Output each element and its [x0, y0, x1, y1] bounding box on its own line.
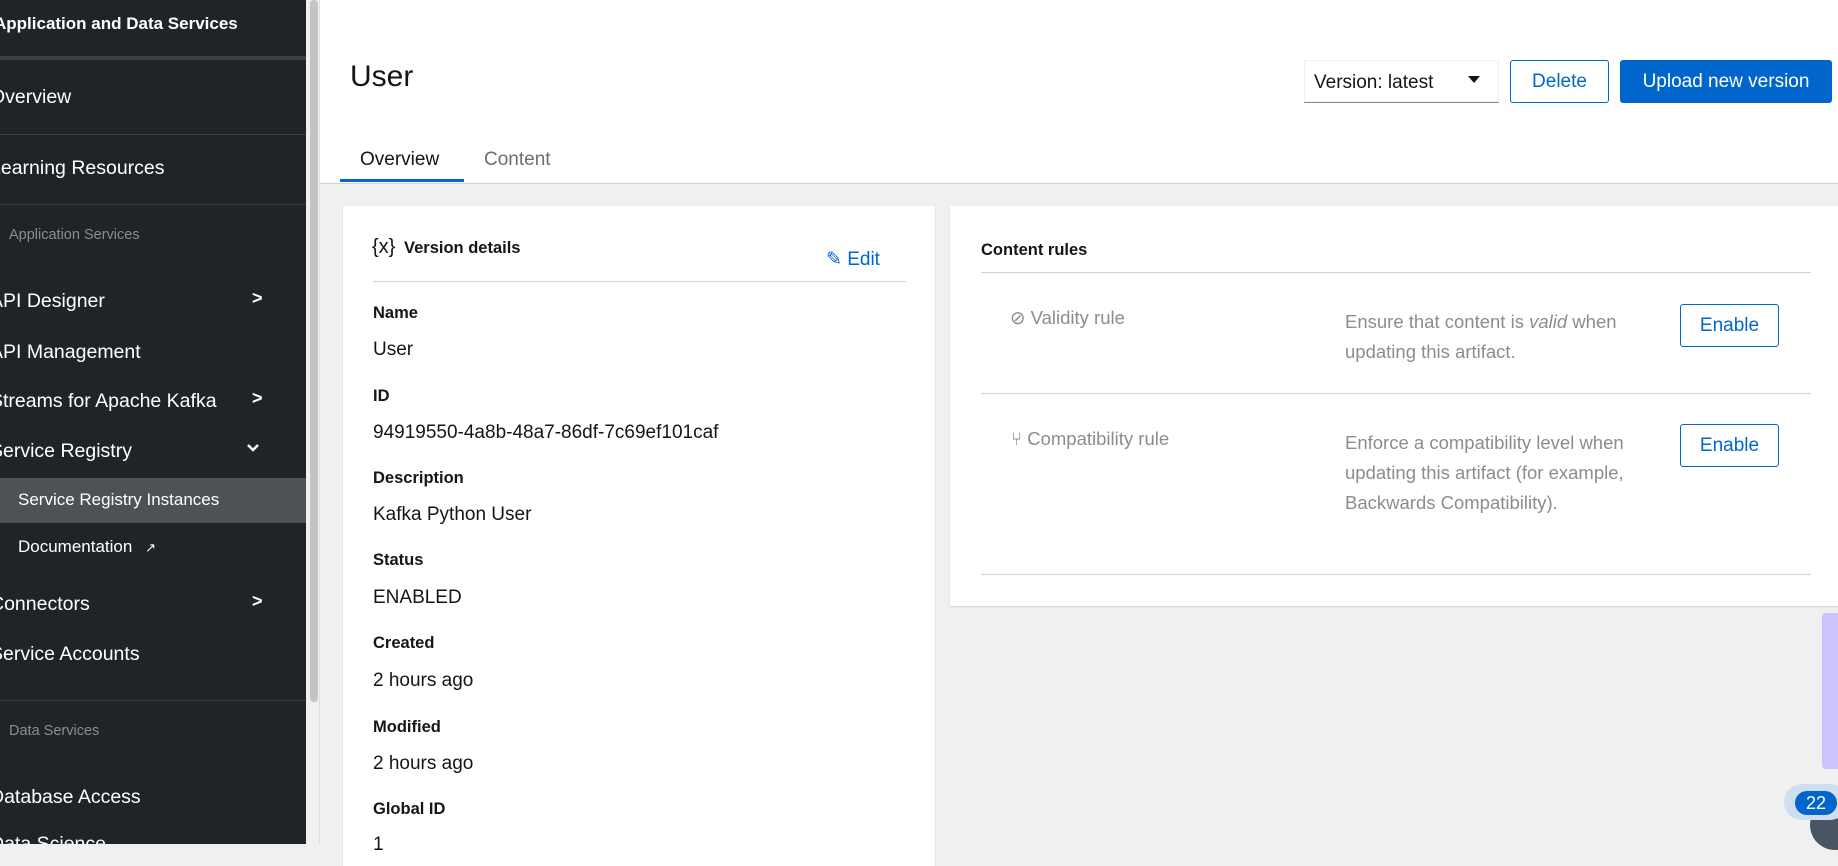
- compatibility-rule: ⑂ Compatibility rule: [1011, 428, 1169, 450]
- nav-documentation[interactable]: Documentation ↗: [18, 537, 156, 557]
- field-value: ENABLED: [373, 587, 462, 608]
- check-circle-icon: ⊘: [1010, 307, 1026, 328]
- divider: [373, 281, 906, 282]
- field-label: Global ID: [373, 800, 446, 818]
- field-label: Modified: [373, 718, 441, 736]
- rule-label: Validity rule: [1030, 307, 1125, 328]
- enable-validity-button[interactable]: Enable: [1680, 304, 1779, 347]
- desc-emphasis: valid: [1529, 311, 1568, 332]
- page-title: User: [350, 60, 414, 93]
- enable-compatibility-button[interactable]: Enable: [1680, 424, 1779, 467]
- card-title: Content rules: [981, 241, 1088, 259]
- nav-streams-kafka[interactable]: Streams for Apache Kafka: [0, 390, 217, 413]
- divider: [0, 56, 306, 60]
- section-data-services: Data Services: [9, 723, 100, 739]
- sidebar: Application and Data Services Overview L…: [0, 0, 306, 844]
- code-branch-icon: ⑂: [1011, 428, 1023, 449]
- upload-new-version-button[interactable]: Upload new version: [1620, 60, 1832, 103]
- rule-label: Compatibility rule: [1027, 428, 1170, 449]
- nav-data-science[interactable]: Data Science: [0, 833, 106, 844]
- feedback-tab[interactable]: [1822, 613, 1838, 769]
- nav-service-registry[interactable]: Service Registry: [0, 440, 132, 463]
- desc-text: Ensure that content is: [1345, 311, 1530, 332]
- tab-content[interactable]: Content: [484, 149, 551, 171]
- delete-button[interactable]: Delete: [1510, 60, 1609, 103]
- divider: [0, 134, 306, 135]
- content-rules-card: Content rules ⊘ Validity rule Ensure tha…: [950, 206, 1838, 606]
- field-value: User: [373, 339, 414, 360]
- field-label: Description: [373, 469, 464, 487]
- nav-api-designer[interactable]: API Designer: [0, 290, 105, 313]
- nav-learning-resources[interactable]: Learning Resources: [0, 157, 165, 180]
- nav-label: Service Registry Instances: [18, 490, 220, 509]
- divider: [981, 393, 1811, 394]
- active-tab-indicator: [340, 179, 464, 182]
- external-link-icon: ↗: [145, 540, 156, 555]
- field-label: Name: [373, 304, 418, 322]
- nav-connectors[interactable]: Connectors: [0, 593, 90, 616]
- nav-service-registry-instances[interactable]: Service Registry Instances: [0, 478, 306, 523]
- nav-label: Documentation: [18, 537, 133, 556]
- divider: [0, 204, 306, 205]
- edit-button[interactable]: ✎ Edit: [826, 248, 880, 271]
- validity-description: Ensure that content is valid when updati…: [1345, 307, 1645, 367]
- compatibility-description: Enforce a compatibility level when updat…: [1345, 432, 1624, 513]
- field-value: 1: [373, 834, 384, 855]
- validity-rule: ⊘ Validity rule: [1010, 307, 1125, 329]
- version-select-value: Version: latest: [1314, 72, 1434, 93]
- chevron-right-icon[interactable]: >: [252, 591, 263, 612]
- divider: [981, 272, 1811, 273]
- tab-overview[interactable]: Overview: [360, 149, 439, 171]
- edit-label: Edit: [847, 249, 880, 270]
- nav-overview[interactable]: Overview: [0, 86, 71, 109]
- field-label: Status: [373, 551, 424, 569]
- field-value: 94919550-4a8b-48a7-86df-7c69ef101caf: [373, 422, 719, 443]
- divider: [0, 700, 306, 701]
- divider: [981, 574, 1811, 575]
- card-title: Version details: [404, 239, 521, 257]
- sidebar-scrollbar-thumb[interactable]: [310, 0, 318, 702]
- chevron-right-icon[interactable]: >: [252, 288, 263, 309]
- code-braces-icon: {x}: [372, 236, 396, 258]
- nav-api-management[interactable]: API Management: [0, 341, 141, 364]
- caret-down-icon: [1468, 76, 1480, 83]
- notification-badge[interactable]: 22: [1795, 791, 1837, 815]
- field-label: ID: [373, 387, 390, 405]
- section-application-services: Application Services: [9, 227, 140, 243]
- field-label: Created: [373, 634, 435, 652]
- page-header: User Version: latest Delete Upload new v…: [320, 0, 1838, 184]
- sidebar-title: Application and Data Services: [0, 14, 238, 33]
- pencil-icon: ✎: [826, 249, 842, 270]
- version-select[interactable]: Version: latest: [1304, 60, 1499, 103]
- chevron-right-icon[interactable]: >: [252, 388, 263, 409]
- field-value: 2 hours ago: [373, 753, 474, 774]
- nav-database-access[interactable]: Database Access: [0, 786, 141, 809]
- chevron-down-icon[interactable]: [246, 441, 260, 455]
- version-details-card: {x} Version details ✎ Edit Name User ID …: [343, 206, 935, 866]
- field-value: Kafka Python User: [373, 504, 532, 525]
- nav-service-accounts[interactable]: Service Accounts: [0, 643, 140, 666]
- field-value: 2 hours ago: [373, 670, 474, 691]
